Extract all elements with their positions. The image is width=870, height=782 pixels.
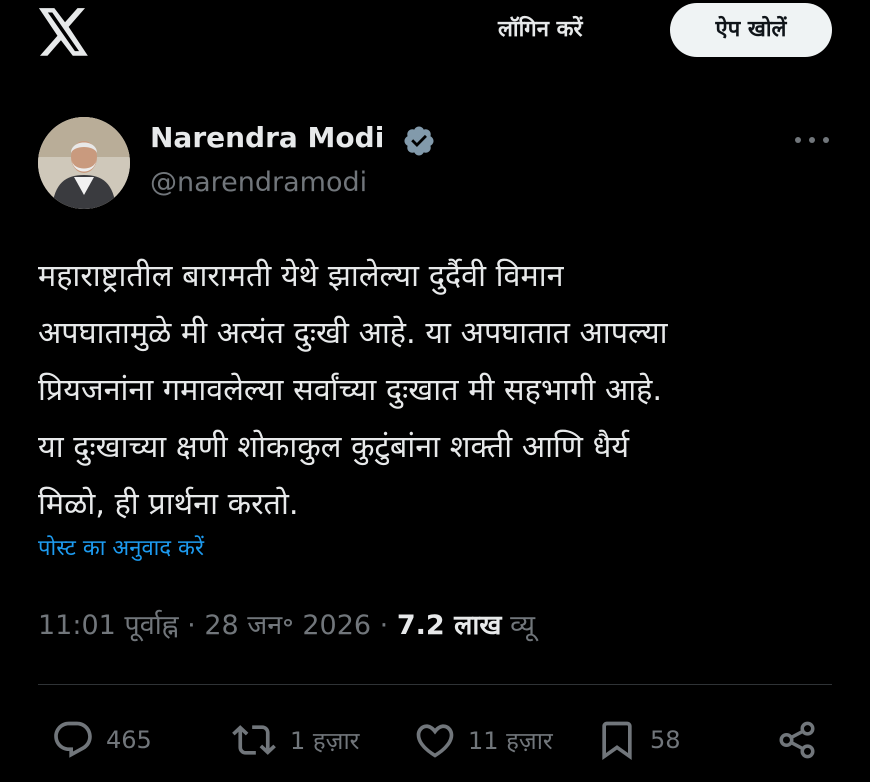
avatar[interactable] bbox=[38, 117, 130, 209]
login-link[interactable]: लॉगिन करें bbox=[498, 13, 582, 43]
views-count: 7.2 लाख bbox=[396, 610, 502, 641]
repost-count: 1 हज़ार bbox=[290, 726, 360, 755]
tweet-line: प्रियजनांना गमावलेल्या सर्वांच्या दुःखात… bbox=[38, 373, 663, 408]
tweet-line: अपघातामुळे मी अत्यंत दुःखी आहे. या अपघात… bbox=[38, 316, 668, 351]
bookmark-button[interactable]: 58 bbox=[594, 718, 681, 762]
reply-count: 465 bbox=[106, 726, 152, 754]
verified-badge-icon[interactable] bbox=[402, 124, 436, 158]
profile-photo bbox=[38, 117, 130, 209]
tweet-line: महाराष्ट्रातील बारामती येथे झालेल्या दुर… bbox=[38, 259, 564, 294]
author-handle[interactable]: @narendramodi bbox=[150, 167, 367, 198]
views-label: व्यू bbox=[510, 610, 535, 641]
x-logo-icon[interactable] bbox=[38, 8, 90, 56]
more-options-icon[interactable] bbox=[790, 128, 834, 152]
tweet-date[interactable]: 28 जन॰ 2026 bbox=[204, 610, 371, 641]
heart-icon bbox=[416, 724, 454, 758]
divider bbox=[38, 684, 832, 685]
translate-post-link[interactable]: पोस्ट का अनुवाद करें bbox=[38, 532, 204, 562]
meta-separator: · bbox=[379, 610, 389, 641]
tweet-line: मिळो, ही प्रार्थना करतो. bbox=[38, 487, 299, 522]
tweet-text: महाराष्ट्रातील बारामती येथे झालेल्या दुर… bbox=[38, 248, 838, 533]
bookmark-count: 58 bbox=[650, 726, 681, 754]
reply-button[interactable]: 465 bbox=[50, 718, 152, 762]
like-count: 11 हज़ार bbox=[468, 726, 553, 755]
repost-icon bbox=[232, 725, 276, 755]
author-name[interactable]: Narendra Modi bbox=[150, 121, 384, 154]
tweet-line: या दुःखाच्या क्षणी शोकाकुल कुटुंबांना शक… bbox=[38, 430, 630, 465]
top-bar: लॉगिन करें ऐप खोलें bbox=[0, 0, 870, 70]
tweet-meta: 11:01 पूर्वाह्न · 28 जन॰ 2026 · 7.2 लाख … bbox=[38, 605, 535, 642]
meta-separator: · bbox=[187, 610, 196, 641]
open-app-button[interactable]: ऐप खोलें bbox=[670, 3, 832, 57]
bookmark-icon bbox=[602, 721, 632, 761]
tweet-time[interactable]: 11:01 पूर्वाह्न bbox=[38, 610, 179, 641]
like-button[interactable]: 11 हज़ार bbox=[412, 718, 553, 762]
reply-icon bbox=[54, 721, 92, 758]
share-icon bbox=[779, 721, 815, 759]
share-button[interactable] bbox=[776, 718, 818, 762]
repost-button[interactable]: 1 हज़ार bbox=[228, 718, 359, 762]
